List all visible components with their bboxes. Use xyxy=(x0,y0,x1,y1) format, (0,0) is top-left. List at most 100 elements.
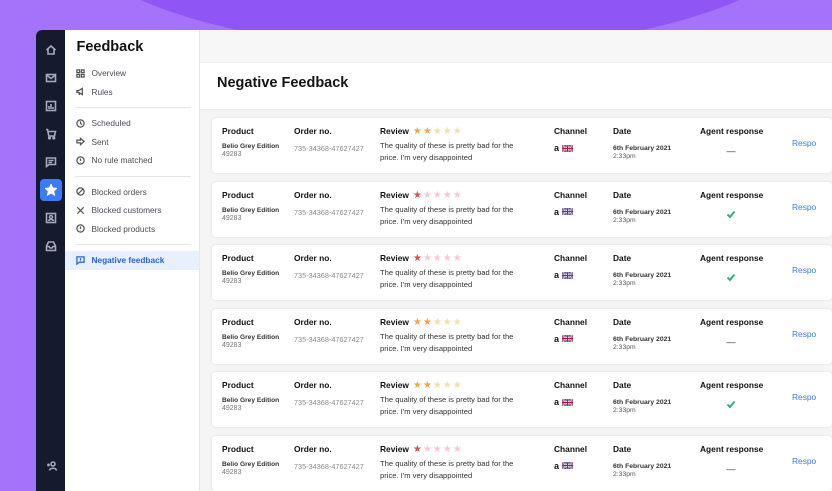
review-date: 6th February 2021 xyxy=(613,208,672,216)
review-column: Review ★ ★ ★ ★ ★ The quality of these is prett… xyxy=(380,126,530,164)
product-name[interactable]: Belio Grey Edition xyxy=(222,461,279,468)
star-empty-icon: ★ xyxy=(422,443,432,455)
feedback-nav-button[interactable] xyxy=(39,179,62,201)
messages-nav-button[interactable] xyxy=(40,151,62,173)
add-user-icon xyxy=(47,461,58,471)
sidebar-item-blocked-customers[interactable]: Blocked customers xyxy=(65,201,199,220)
order-column: Order no. 735-34368-47627427 xyxy=(294,444,364,471)
contacts-nav-button[interactable] xyxy=(40,207,62,229)
column-header: Agent response xyxy=(700,380,764,390)
sidebar-item-sent[interactable]: Sent xyxy=(65,133,199,152)
inbox-nav-button[interactable] xyxy=(40,235,62,257)
no-response-dash: — xyxy=(726,336,736,347)
product-name[interactable]: Belio Grey Edition xyxy=(222,334,279,341)
main-content: Negative Feedback Product Belio Grey Edit… xyxy=(200,30,832,491)
product-name[interactable]: Belio Grey Edition xyxy=(222,143,279,150)
product-column: Product Belio Grey Edition 49283 xyxy=(222,317,279,349)
review-column: Review ★ ★ ★ ★ ★ The quality of these is prett… xyxy=(380,253,530,291)
product-sku: 49283 xyxy=(222,151,242,158)
order-column: Order no. 735-34368-47627427 xyxy=(294,126,364,153)
sidebar-item-blocked-products[interactable]: Blocked products xyxy=(65,220,199,239)
star-filled-icon: ★ xyxy=(412,380,422,391)
product-name[interactable]: Belio Grey Edition xyxy=(222,207,279,214)
star-filled-icon: ★ xyxy=(422,380,432,391)
star-empty-icon: ★ xyxy=(452,380,462,391)
no-response-dash: — xyxy=(726,146,736,156)
ban-icon xyxy=(76,187,85,196)
product-name[interactable]: Belio Grey Edition xyxy=(222,270,279,277)
column-header: Review xyxy=(380,316,409,327)
review-text: The quality of these is pretty bad for t… xyxy=(380,458,514,480)
order-number[interactable]: 735-34368-47627427 xyxy=(294,398,364,407)
respond-link[interactable]: Respo xyxy=(792,329,816,339)
review-text: The quality of these is pretty bad for t… xyxy=(380,395,514,416)
alert-icon xyxy=(76,224,85,233)
respond-link[interactable]: Respo xyxy=(792,138,816,148)
respond-link[interactable]: Respo xyxy=(792,265,816,275)
mail-nav-button[interactable] xyxy=(40,67,62,89)
respond-link[interactable]: Respo xyxy=(792,456,816,466)
sidebar-item-no-rule-matched[interactable]: No rule matched xyxy=(65,151,199,170)
review-text: The quality of these is pretty bad for t… xyxy=(380,331,514,353)
star-rating: ★ ★ ★ ★ ★ xyxy=(412,443,462,455)
sidebar-item-rules[interactable]: Rules xyxy=(65,83,199,102)
home-icon xyxy=(45,44,56,55)
product-sku: 49283 xyxy=(222,468,242,476)
sidebar-item-label: Scheduled xyxy=(91,118,131,129)
channel-column: Channel a xyxy=(554,126,588,153)
review-time: 2:33pm xyxy=(613,153,636,160)
home-nav-button[interactable] xyxy=(40,39,62,61)
agent-response-column: Agent response xyxy=(700,380,763,410)
column-header: Order no. xyxy=(294,189,332,200)
star-empty-icon: ★ xyxy=(422,189,432,201)
order-number[interactable]: 735-34368-47627427 xyxy=(294,335,364,344)
agent-response-column: Agent response — xyxy=(700,126,763,156)
sidebar-item-blocked-orders[interactable]: Blocked orders xyxy=(65,183,199,202)
feedback-card: Product Belio Grey Edition 49283 Order no. 7… xyxy=(212,181,832,237)
add-user-button[interactable] xyxy=(41,455,63,477)
order-number[interactable]: 735-34368-47627427 xyxy=(294,271,364,280)
contact-card-icon xyxy=(45,212,57,224)
date-column: Date 6th February 2021 2:33pm xyxy=(613,126,671,160)
order-number[interactable]: 735-34368-47627427 xyxy=(294,208,364,217)
star-empty-icon: ★ xyxy=(452,443,462,455)
analytics-nav-button[interactable] xyxy=(40,95,62,117)
review-column: Review ★ ★ ★ ★ ★ The quality of these is prett… xyxy=(380,380,530,418)
top-bar xyxy=(200,30,832,63)
feedback-icon xyxy=(76,256,85,265)
star-empty-icon: ★ xyxy=(452,126,462,137)
star-filled-icon: ★ xyxy=(412,443,422,455)
sidebar-item-negative-feedback[interactable]: Negative feedback xyxy=(65,251,199,270)
channel-column: Channel a xyxy=(554,190,587,217)
uk-flag-icon xyxy=(562,398,574,406)
check-icon xyxy=(726,206,736,224)
mail-icon xyxy=(45,73,57,83)
star-empty-icon: ★ xyxy=(452,316,462,328)
column-header: Channel xyxy=(554,126,588,136)
inbox-icon xyxy=(45,241,57,252)
column-header: Agent response xyxy=(700,316,764,327)
amazon-logo-icon: a xyxy=(554,270,560,280)
product-name[interactable]: Belio Grey Edition xyxy=(222,397,279,404)
product-column: Product Belio Grey Edition 49283 xyxy=(222,380,279,412)
column-header: Date xyxy=(613,380,632,390)
feedback-card: Product Belio Grey Edition 49283 Order no. 7… xyxy=(212,245,832,300)
column-header: Product xyxy=(222,443,254,454)
amazon-logo-icon: a xyxy=(554,206,560,217)
column-header: Order no. xyxy=(294,443,332,454)
order-number[interactable]: 735-34368-47627427 xyxy=(294,462,364,471)
column-header: Date xyxy=(613,443,632,454)
sidebar-item-scheduled[interactable]: Scheduled xyxy=(65,114,199,133)
message-icon xyxy=(45,157,57,168)
respond-link[interactable]: Respo xyxy=(792,392,816,402)
order-number[interactable]: 735-34368-47627427 xyxy=(294,144,364,153)
star-empty-icon: ★ xyxy=(442,126,452,137)
sidebar-item-overview[interactable]: Overview xyxy=(65,64,199,83)
star-empty-icon: ★ xyxy=(452,189,462,201)
star-filled-icon: ★ xyxy=(422,316,432,328)
grid-icon xyxy=(76,69,85,78)
agent-response-status: — xyxy=(700,337,762,347)
respond-link[interactable]: Respo xyxy=(792,202,816,212)
star-empty-icon: ★ xyxy=(432,189,442,201)
orders-nav-button[interactable] xyxy=(40,123,62,145)
